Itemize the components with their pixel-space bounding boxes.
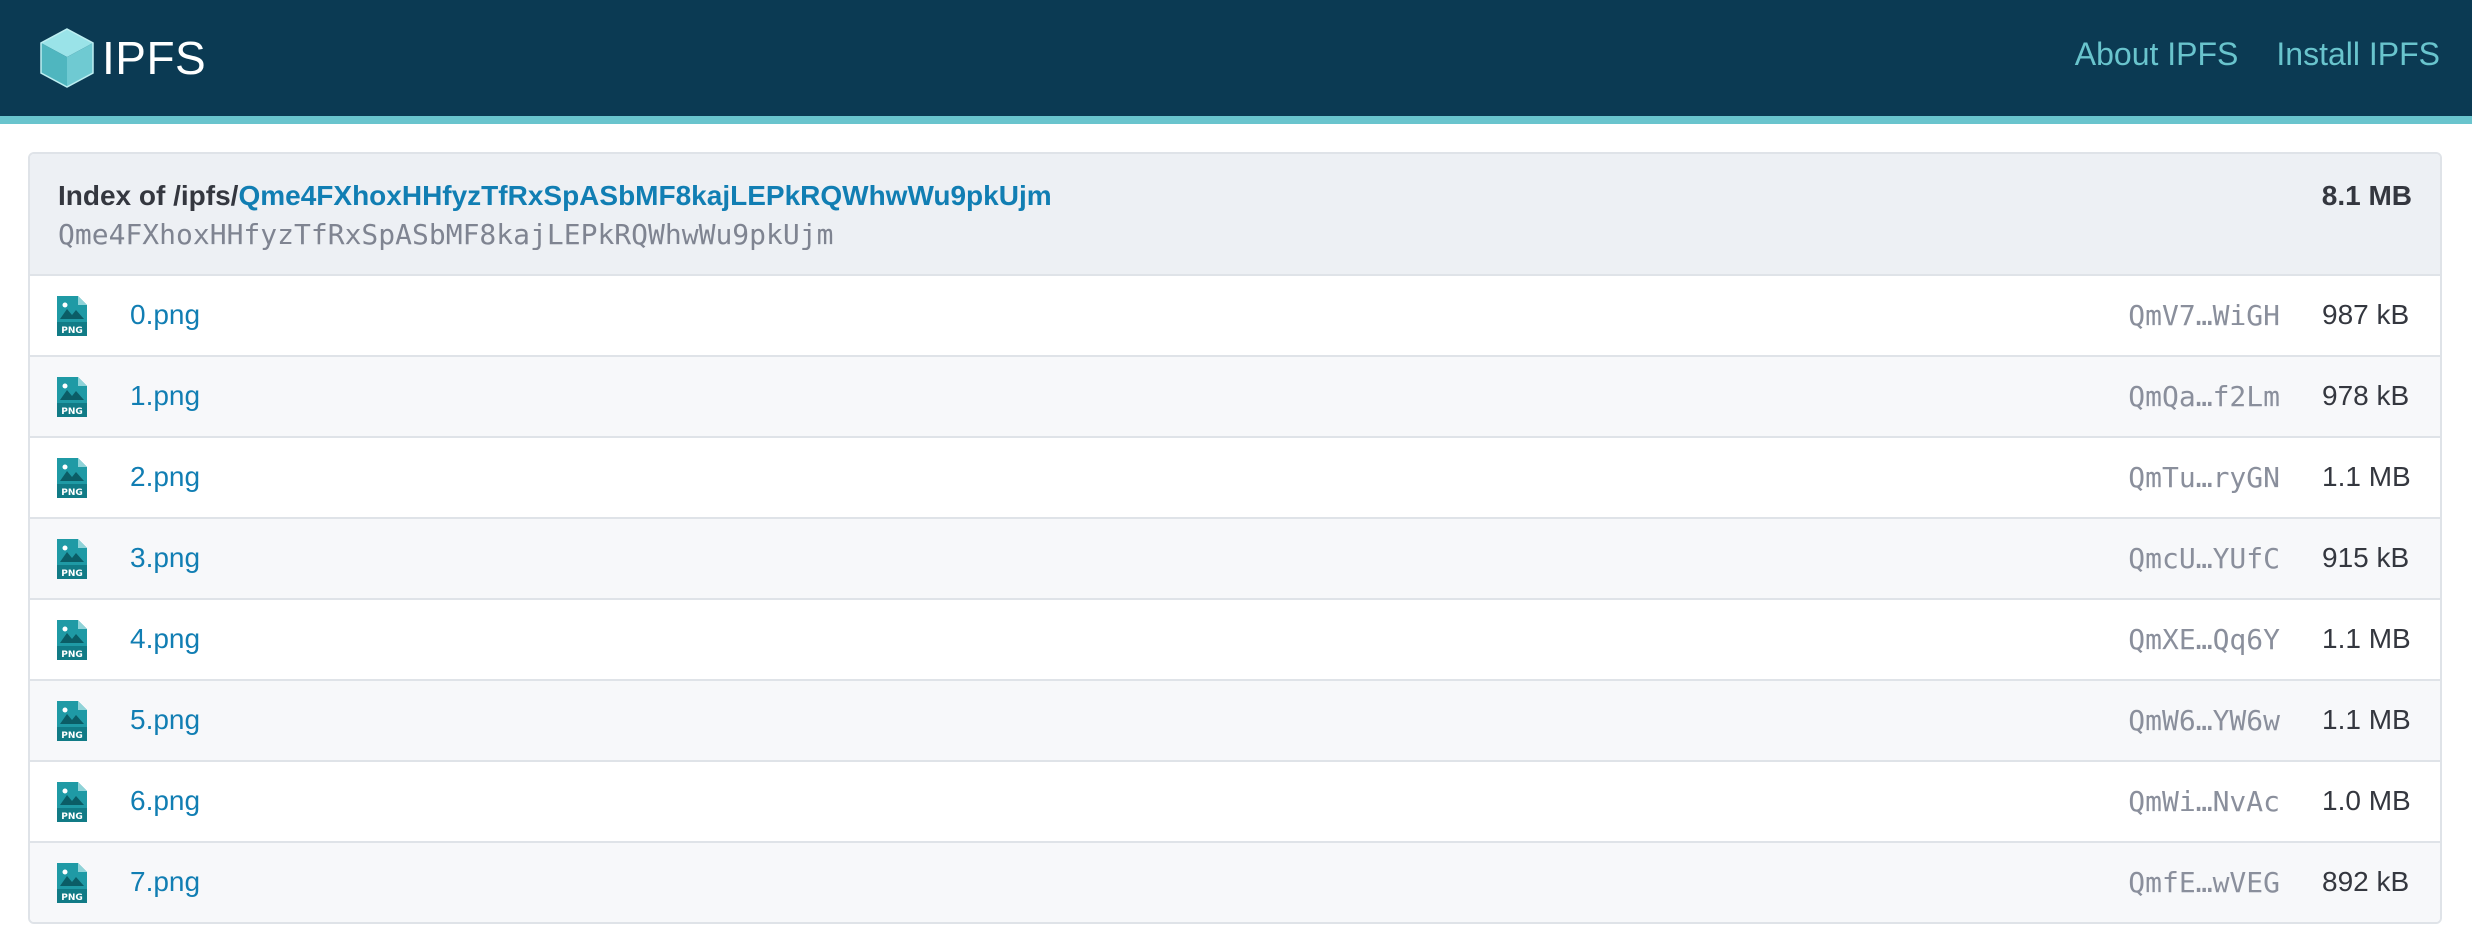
png-file-icon: PNG bbox=[56, 538, 88, 580]
index-prefix: Index of /ipfs/ bbox=[58, 180, 239, 211]
file-row: PNG 6.png QmWi…NvAc 1.0 MB bbox=[30, 762, 2440, 843]
png-file-icon: PNG bbox=[56, 700, 88, 742]
file-row: PNG 1.png QmQa…f2Lm 978 kB bbox=[30, 357, 2440, 438]
file-cid-link[interactable]: QmV7…WiGH bbox=[2128, 299, 2280, 332]
nav-about-ipfs[interactable]: About IPFS bbox=[2075, 36, 2239, 73]
file-rows: PNG 0.png QmV7…WiGH 987 kB PNG 1.png QmQ… bbox=[30, 276, 2440, 922]
file-cid-link[interactable]: QmW6…YW6w bbox=[2128, 704, 2280, 737]
png-icon-label: PNG bbox=[61, 650, 83, 660]
png-file-icon: PNG bbox=[56, 376, 88, 418]
file-size: 1.1 MB bbox=[2322, 461, 2411, 492]
png-file-icon: PNG bbox=[56, 862, 88, 904]
top-navigation-bar: IPFS About IPFS Install IPFS bbox=[0, 0, 2472, 124]
ipfs-cube-icon bbox=[38, 27, 96, 89]
file-row: PNG 4.png QmXE…Qq6Y 1.1 MB bbox=[30, 600, 2440, 681]
file-cid-link[interactable]: QmTu…ryGN bbox=[2128, 461, 2280, 494]
png-file-icon: PNG bbox=[56, 295, 88, 337]
file-cid-link[interactable]: QmQa…f2Lm bbox=[2128, 380, 2280, 413]
file-row: PNG 3.png QmcU…YUfC 915 kB bbox=[30, 519, 2440, 600]
png-file-icon: PNG bbox=[56, 619, 88, 661]
png-file-icon: PNG bbox=[56, 457, 88, 499]
file-name-link[interactable]: 3.png bbox=[130, 542, 200, 574]
ipfs-home-link[interactable]: IPFS bbox=[38, 24, 206, 92]
listing-header: Index of /ipfs/Qme4FXhoxHHfyzTfRxSpASbMF… bbox=[30, 154, 2440, 276]
file-cid-link[interactable]: QmXE…Qq6Y bbox=[2128, 623, 2280, 656]
file-name-link[interactable]: 0.png bbox=[130, 299, 200, 331]
file-size: 1.1 MB bbox=[2322, 623, 2411, 654]
png-icon-label: PNG bbox=[61, 731, 83, 741]
file-name-link[interactable]: 1.png bbox=[130, 380, 200, 412]
png-icon-label: PNG bbox=[61, 569, 83, 579]
root-cid-link[interactable]: Qme4FXhoxHHfyzTfRxSpASbMF8kajLEPkRQWhwWu… bbox=[238, 180, 1051, 211]
root-cid-text: Qme4FXhoxHHfyzTfRxSpASbMF8kajLEPkRQWhwWu… bbox=[58, 218, 834, 251]
png-icon-label: PNG bbox=[61, 326, 83, 336]
file-row: PNG 0.png QmV7…WiGH 987 kB bbox=[30, 276, 2440, 357]
index-title: Index of /ipfs/Qme4FXhoxHHfyzTfRxSpASbMF… bbox=[58, 180, 1052, 212]
file-name-link[interactable]: 7.png bbox=[130, 866, 200, 898]
file-cid-link[interactable]: QmfE…wVEG bbox=[2128, 866, 2280, 899]
nav-install-ipfs[interactable]: Install IPFS bbox=[2276, 36, 2440, 73]
file-row: PNG 7.png QmfE…wVEG 892 kB bbox=[30, 843, 2440, 922]
file-row: PNG 5.png QmW6…YW6w 1.1 MB bbox=[30, 681, 2440, 762]
file-name-link[interactable]: 5.png bbox=[130, 704, 200, 736]
png-icon-label: PNG bbox=[61, 407, 83, 417]
file-size: 987 kB bbox=[2322, 299, 2410, 330]
header-nav: About IPFS Install IPFS bbox=[2075, 36, 2440, 73]
file-name-link[interactable]: 6.png bbox=[130, 785, 200, 817]
total-size: 8.1 MB bbox=[2321, 180, 2412, 211]
file-size: 892 kB bbox=[2322, 866, 2410, 897]
file-size: 915 kB bbox=[2322, 542, 2410, 573]
file-cid-link[interactable]: QmcU…YUfC bbox=[2128, 542, 2280, 575]
png-icon-label: PNG bbox=[61, 488, 83, 498]
png-icon-label: PNG bbox=[61, 893, 83, 903]
png-file-icon: PNG bbox=[56, 781, 88, 823]
directory-listing: Index of /ipfs/Qme4FXhoxHHfyzTfRxSpASbMF… bbox=[28, 152, 2442, 924]
file-name-link[interactable]: 2.png bbox=[130, 461, 200, 493]
file-row: PNG 2.png QmTu…ryGN 1.1 MB bbox=[30, 438, 2440, 519]
file-size: 978 kB bbox=[2322, 380, 2410, 411]
file-name-link[interactable]: 4.png bbox=[130, 623, 200, 655]
file-size: 1.0 MB bbox=[2322, 785, 2411, 816]
png-icon-label: PNG bbox=[61, 812, 83, 822]
file-cid-link[interactable]: QmWi…NvAc bbox=[2128, 785, 2280, 818]
brand-name: IPFS bbox=[102, 32, 207, 84]
file-size: 1.1 MB bbox=[2322, 704, 2411, 735]
